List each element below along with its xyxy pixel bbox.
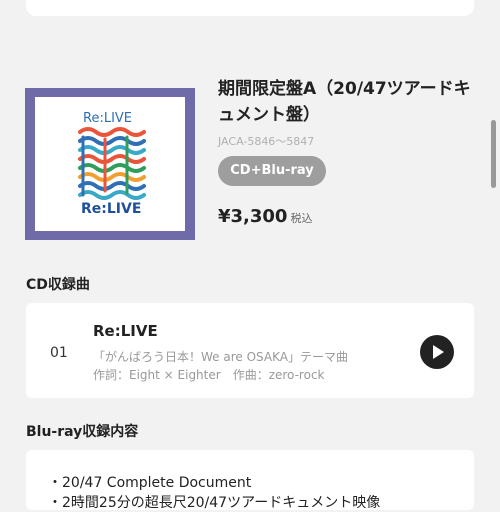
bluray-section-title: Blu-ray収録内容 (26, 424, 139, 440)
bluray-item: ・2時間25分の超長尺20/47ツアードキュメント映像 (48, 495, 381, 511)
album-cover: Re:LIVE Re:LIVE (25, 88, 195, 240)
price: ¥3,300 税込 (218, 206, 312, 227)
cover-title-bottom: Re:LIVE (81, 201, 142, 217)
format-badge: CD+Blu-ray (218, 156, 326, 186)
scrollbar[interactable] (491, 120, 496, 188)
track-credits: 作詞：Eight × Eighter 作曲：zero-rock (93, 368, 325, 382)
play-icon (433, 345, 444, 359)
cd-section-title: CD収録曲 (26, 277, 90, 293)
track-number: 01 (50, 345, 68, 361)
catalog-number: JACA-5846〜5847 (218, 135, 315, 148)
album-cover-art: Re:LIVE Re:LIVE (35, 97, 185, 231)
price-value: ¥3,300 (218, 206, 288, 227)
track-tie-in: 「がんばろう日本！We are OSAKA」テーマ曲 (93, 350, 348, 364)
cover-title-top: Re:LIVE (83, 111, 133, 126)
bluray-item: ・20/47 Complete Document (48, 475, 252, 491)
play-button[interactable] (420, 335, 454, 369)
previous-card (26, 0, 474, 16)
track-title: Re:LIVE (93, 322, 158, 340)
bluray-contents-card: ・20/47 Complete Document ・2時間25分の超長尺20/4… (26, 450, 474, 511)
track-item[interactable]: 01 Re:LIVE 「がんばろう日本！We are OSAKA」テーマ曲 作詞… (26, 303, 474, 398)
product-title: 期間限定盤A（20/47ツアードキュメント盤） (218, 79, 471, 125)
tax-label: 税込 (290, 212, 313, 225)
